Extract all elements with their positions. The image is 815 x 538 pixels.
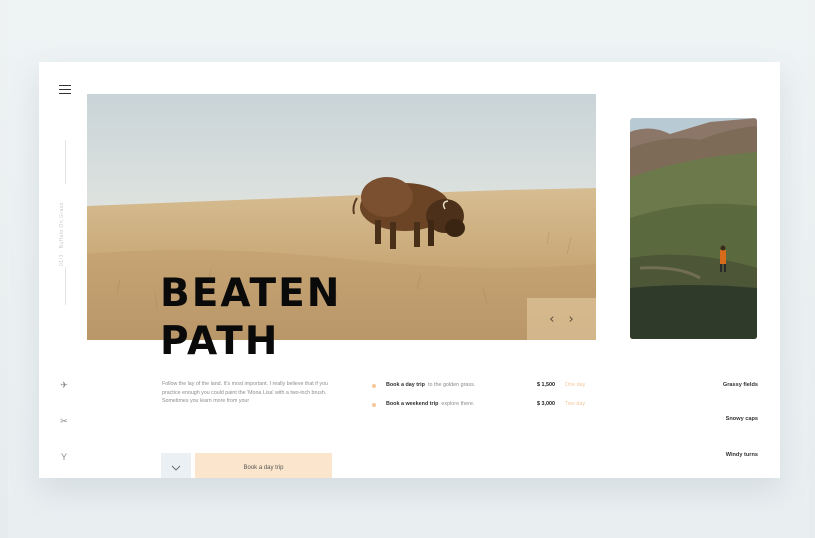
chevron-down-icon [171, 465, 181, 471]
scissors-icon[interactable]: ✂ [58, 415, 70, 427]
route-link-grassy-fields[interactable]: Grassy fields [723, 382, 758, 388]
booking-duration: Two day [565, 401, 586, 407]
booking-price: $ 3,000 [537, 401, 555, 407]
plane-icon[interactable]: ✈ [58, 379, 70, 391]
booking-detail: to the golden grass. [427, 382, 476, 388]
booking-description: Book a weekend trip explore there. [386, 401, 474, 407]
prev-arrow-icon[interactable]: ‹ [549, 313, 554, 326]
slider-nav: ‹ › [527, 298, 596, 340]
vine-icon[interactable]: Y [58, 451, 70, 463]
booking-row[interactable]: Book a day trip to the golden grass. $ 1… [372, 382, 594, 392]
title-line-2: PATH [160, 319, 280, 360]
booking-title: Book a day trip [386, 382, 425, 388]
bullet-dot-icon [372, 403, 376, 407]
route-link-snowy-caps[interactable]: Snowy caps [726, 416, 758, 422]
book-day-trip-button[interactable]: Book a day trip [195, 453, 332, 478]
sidebar-divider [65, 267, 66, 305]
page-title: BEATEN PATH [160, 270, 380, 360]
intro-paragraph: Follow the lay of the land. It's most im… [162, 381, 328, 404]
landing-card: 01/3 · Buffalo On Grass ✈ ✂ Y ‹ › BEATEN… [39, 62, 780, 478]
bullet-dot-icon [372, 384, 376, 388]
booking-row[interactable]: Book a weekend trip explore there. $ 3,0… [372, 401, 594, 411]
title-line-1: BEATEN [160, 271, 342, 316]
secondary-photo-hiker[interactable] [630, 118, 757, 339]
booking-price: $ 1,500 [537, 382, 555, 388]
booking-duration: One day [565, 382, 586, 388]
route-link-windy-turns[interactable]: Windy turns [726, 452, 758, 458]
slide-caption: 01/3 · Buffalo On Grass [59, 202, 65, 266]
menu-icon[interactable] [59, 85, 71, 95]
sidebar-divider [65, 140, 66, 184]
expand-button[interactable] [161, 453, 191, 478]
booking-description: Book a day trip to the golden grass. [386, 382, 475, 388]
booking-detail: explore there. [441, 401, 475, 407]
booking-title: Book a weekend trip [386, 401, 439, 407]
next-arrow-icon[interactable]: › [569, 313, 574, 326]
